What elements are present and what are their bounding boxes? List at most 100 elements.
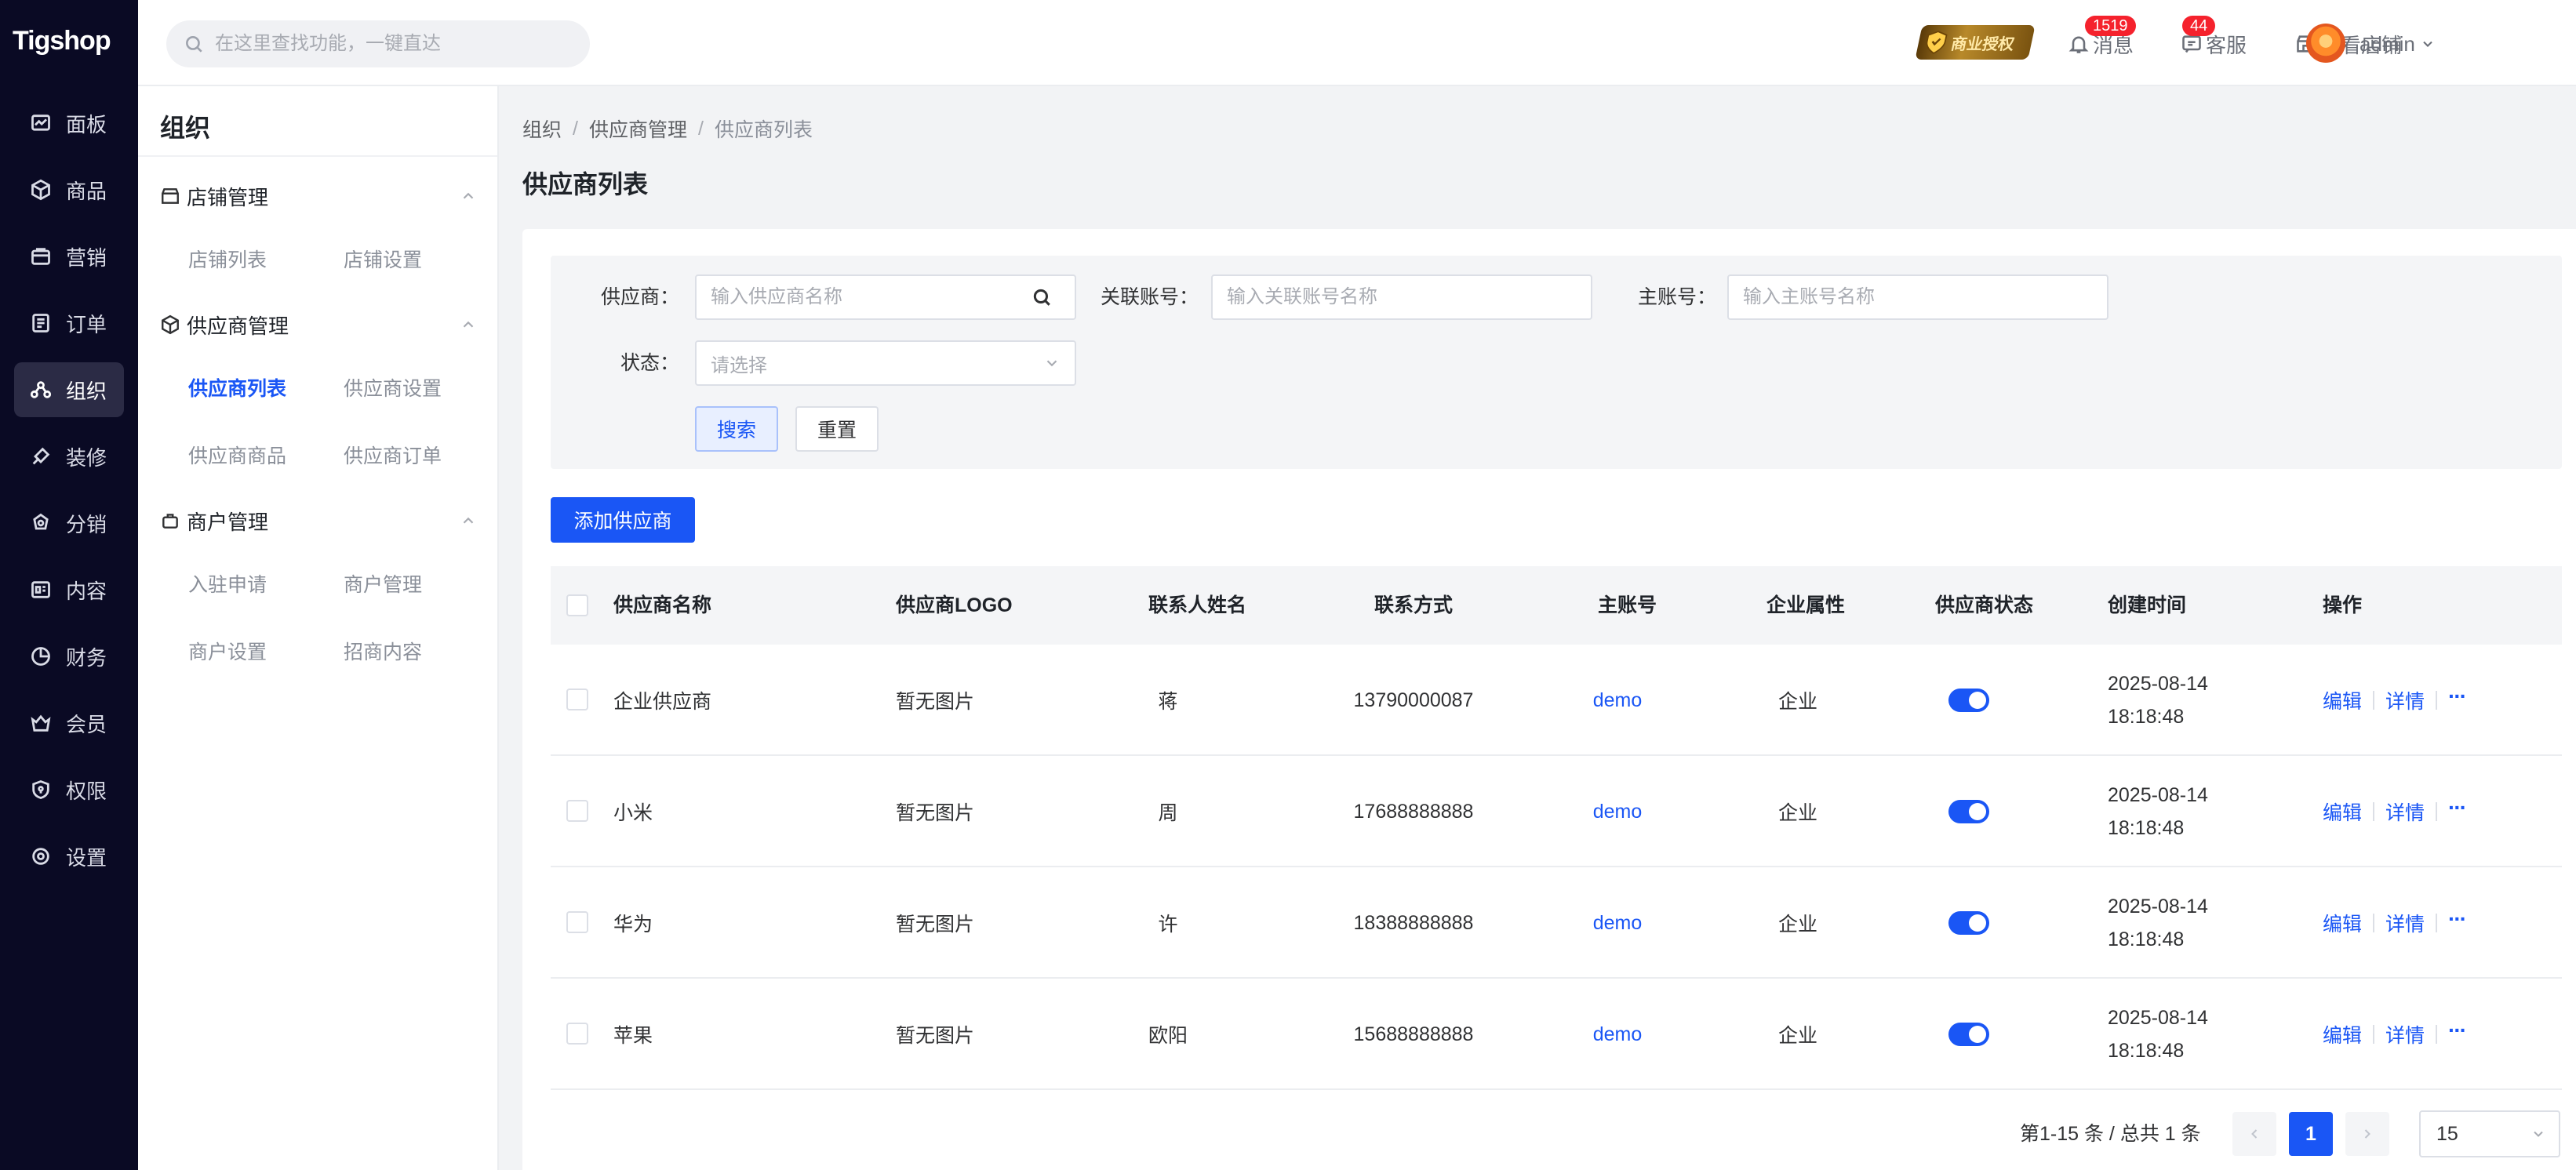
submenu-item-recruit-content[interactable]: 招商内容 [344, 637, 422, 668]
nav-item-marketing[interactable]: 营销 [14, 229, 124, 284]
nav-item-distribution[interactable]: 分销 [14, 496, 124, 550]
main-account-input[interactable] [1727, 274, 2108, 320]
nav-item-content[interactable]: 内容 [14, 562, 124, 617]
chevron-up-icon[interactable] [460, 316, 477, 333]
row-checkbox[interactable] [566, 1023, 588, 1045]
page-number-button[interactable]: 1 [2289, 1112, 2333, 1156]
supplier-logo: 暂无图片 [896, 914, 975, 936]
chevron-up-icon[interactable] [460, 187, 477, 205]
app-logo[interactable]: Tigshop [13, 22, 111, 60]
more-icon[interactable]: ··· [2448, 684, 2467, 709]
enterprise-type: 企业 [1777, 914, 1817, 936]
detail-link[interactable]: 详情 [2385, 798, 2425, 826]
status-select[interactable]: 请选择 [695, 340, 1076, 386]
submenu-item-merchant-settings[interactable]: 商户设置 [188, 637, 267, 668]
more-icon[interactable]: ··· [2448, 1018, 2467, 1043]
created-time: 18:18:48 [2108, 1040, 2185, 1062]
divider [2373, 802, 2375, 821]
messages-button[interactable]: 消息 1519 [2068, 16, 2136, 60]
row-checkbox[interactable] [566, 800, 588, 822]
nav-item-finance[interactable]: 财务 [14, 629, 124, 684]
add-supplier-button[interactable]: 添加供应商 [551, 497, 695, 543]
nav-item-products[interactable]: 商品 [14, 162, 124, 217]
group-merchant-management[interactable]: 商户管理 [160, 505, 477, 536]
main-account-label: 主账号： [1637, 286, 1716, 308]
nav-item-dashboard[interactable]: 面板 [14, 96, 124, 151]
nav-label: 设置 [66, 845, 107, 870]
main-account-link[interactable]: demo [1593, 912, 1643, 935]
supplier-name: 苹果 [613, 1025, 653, 1047]
nav-item-permission[interactable]: 权限 [14, 762, 124, 817]
submenu-item-supplier-list[interactable]: 供应商列表 [188, 373, 286, 405]
group-store-management[interactable]: 店铺管理 [160, 180, 477, 212]
select-all-checkbox[interactable] [566, 594, 588, 616]
main-account-link[interactable]: demo [1593, 801, 1643, 823]
page-size-select[interactable]: 15 [2419, 1110, 2560, 1157]
column-header: 主账号 [1598, 594, 1657, 616]
global-search[interactable] [166, 20, 590, 67]
submenu-item-store-list[interactable]: 店铺列表 [188, 245, 267, 276]
contact-name: 许 [1158, 914, 1178, 936]
submenu-title: 组织 [160, 114, 211, 142]
next-page-button[interactable] [2345, 1112, 2389, 1156]
main-account-link[interactable]: demo [1593, 1023, 1643, 1046]
status-toggle[interactable] [1948, 911, 1989, 935]
edit-link[interactable]: 编辑 [2323, 686, 2362, 714]
nav-item-member[interactable]: 会员 [14, 696, 124, 750]
page-size-value: 15 [2436, 1122, 2458, 1145]
column-header: 企业属性 [1766, 594, 1846, 616]
nav-label: 组织 [66, 379, 107, 403]
nav-label: 装修 [66, 445, 107, 470]
submenu-item-store-settings[interactable]: 店铺设置 [344, 245, 422, 276]
status-toggle[interactable] [1948, 800, 1989, 823]
linked-account-label: 关联账号： [1100, 286, 1199, 308]
group-supplier-management[interactable]: 供应商管理 [160, 309, 477, 340]
submenu-item-merchant-management[interactable]: 商户管理 [344, 569, 422, 601]
license-badge[interactable]: 商业授权 [1915, 25, 2036, 60]
submenu-item-supplier-products[interactable]: 供应商商品 [188, 441, 286, 472]
nav-item-orders[interactable]: 订单 [14, 296, 124, 351]
service-badge: 44 [2182, 16, 2216, 36]
user-menu[interactable]: admin [2360, 28, 2436, 60]
status-toggle[interactable] [1948, 689, 1989, 712]
more-icon[interactable]: ··· [2448, 795, 2467, 820]
breadcrumb-item[interactable]: 组织 [522, 114, 562, 143]
contact-name: 周 [1158, 802, 1178, 824]
nav-label: 营销 [66, 245, 107, 270]
main-account-link[interactable]: demo [1593, 689, 1643, 712]
search-button[interactable]: 搜索 [695, 406, 778, 452]
edit-link[interactable]: 编辑 [2323, 798, 2362, 826]
edit-link[interactable]: 编辑 [2323, 1020, 2362, 1048]
detail-link[interactable]: 详情 [2385, 1020, 2425, 1048]
prev-page-button[interactable] [2232, 1112, 2276, 1156]
submenu-item-join-application[interactable]: 入驻申请 [188, 569, 267, 601]
row-checkbox[interactable] [566, 689, 588, 710]
edit-link[interactable]: 编辑 [2323, 909, 2362, 937]
chevron-up-icon[interactable] [460, 512, 477, 529]
org-icon [28, 377, 53, 402]
submenu-item-supplier-orders[interactable]: 供应商订单 [344, 441, 442, 472]
chevron-down-icon [2423, 41, 2432, 47]
service-button[interactable]: 客服 44 [2181, 16, 2247, 60]
group-title: 商户管理 [187, 510, 269, 534]
nav-item-settings[interactable]: 设置 [14, 829, 124, 884]
global-search-input[interactable] [215, 33, 560, 55]
detail-link[interactable]: 详情 [2385, 686, 2425, 714]
nav-item-org[interactable]: 组织 [14, 362, 124, 417]
supplier-name-input[interactable] [695, 274, 1010, 320]
shield-icon [1926, 31, 1948, 54]
license-label: 商业授权 [1949, 35, 2016, 53]
avatar[interactable] [2306, 24, 2345, 63]
breadcrumb-item[interactable]: 供应商管理 [589, 114, 687, 143]
reset-button[interactable]: 重置 [795, 406, 879, 452]
contact-phone: 15688888888 [1353, 1023, 1474, 1045]
linked-account-input[interactable] [1211, 274, 1592, 320]
status-toggle[interactable] [1948, 1023, 1989, 1046]
supplier-search-button[interactable] [1009, 274, 1076, 320]
submenu-item-supplier-settings[interactable]: 供应商设置 [344, 373, 442, 405]
column-header: 联系人姓名 [1148, 594, 1247, 616]
row-checkbox[interactable] [566, 911, 588, 933]
nav-item-decorate[interactable]: 装修 [14, 429, 124, 484]
detail-link[interactable]: 详情 [2385, 909, 2425, 937]
more-icon[interactable]: ··· [2448, 907, 2467, 932]
